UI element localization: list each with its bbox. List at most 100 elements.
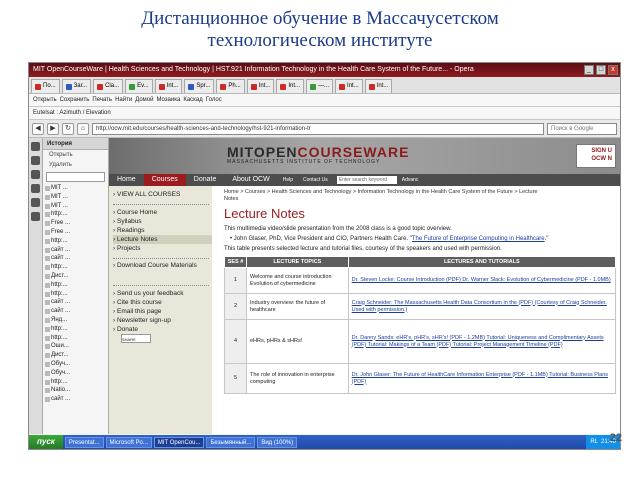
browser-tab[interactable]: —...	[306, 79, 334, 93]
back-button[interactable]: ◀	[32, 122, 44, 135]
history-item[interactable]: Янд...	[43, 316, 108, 325]
browser-tab[interactable]: Int...	[364, 79, 393, 93]
advanced-search-link[interactable]: Advanc	[397, 174, 424, 186]
forward-button[interactable]: ▶	[47, 122, 59, 135]
nav-courses[interactable]: Courses	[143, 174, 186, 186]
history-item[interactable]: http:...	[43, 237, 108, 246]
history-item[interactable]: Дист...	[43, 351, 108, 360]
history-item[interactable]: http:...	[43, 281, 108, 290]
history-item[interactable]: http:...	[43, 378, 108, 387]
reload-button[interactable]: ↻	[62, 122, 74, 135]
minimize-button[interactable]: _	[584, 65, 594, 75]
history-item[interactable]: Дист...	[43, 272, 108, 281]
sidebar-item-readings[interactable]: › Readings	[113, 226, 212, 235]
history-item[interactable]: сайт ...	[43, 307, 108, 316]
enterprise-computing-link[interactable]: The Future of Enterprise Computing in He…	[412, 236, 545, 242]
history-item[interactable]: http:...	[43, 334, 108, 343]
history-item[interactable]: сайт ...	[43, 298, 108, 307]
browser-tab[interactable]: По...	[31, 79, 60, 93]
browser-tab[interactable]: Int...	[276, 79, 305, 93]
sidebar-item-syllabus[interactable]: › Syllabus	[113, 217, 212, 226]
history-item[interactable]: Free ...	[43, 219, 108, 228]
history-item[interactable]: сайт ...	[43, 395, 108, 404]
lecture-table: SES # LECTURE TOPICS LECTURES AND TUTORI…	[224, 256, 617, 394]
sidebar-item-projects[interactable]: › Projects	[113, 244, 212, 253]
email-link[interactable]: › Email this page	[113, 307, 212, 316]
taskbar-button[interactable]: Presentat...	[64, 436, 104, 448]
history-item[interactable]: http:...	[43, 210, 108, 219]
sidebar-item-lecture-notes[interactable]: › Lecture Notes	[113, 235, 212, 244]
toolbar-open[interactable]: Открыть	[33, 97, 57, 103]
nav-about[interactable]: About OCW	[224, 174, 277, 186]
mail-panel-icon[interactable]	[31, 156, 40, 165]
donate-link[interactable]: › Donate	[113, 325, 212, 334]
table-intro: This table presents selected lecture and…	[224, 246, 502, 252]
transfers-panel-icon[interactable]	[31, 184, 40, 193]
toolbar-print[interactable]: Печать	[92, 97, 112, 103]
keyword-search-input[interactable]: Enter search keyword	[336, 176, 397, 184]
history-search-input[interactable]	[46, 172, 105, 182]
history-item[interactable]: Free ...	[43, 228, 108, 237]
address-input[interactable]: http://ocw.mit.edu/courses/health-scienc…	[92, 122, 544, 135]
contacts-panel-icon[interactable]	[31, 170, 40, 179]
toolbar-mosaic[interactable]: Мозаика	[156, 97, 180, 103]
search-input[interactable]: Поиск в Google	[547, 122, 617, 135]
notes-panel-icon[interactable]	[31, 198, 40, 207]
history-item[interactable]: MIT ...	[43, 193, 108, 202]
taskbar-button[interactable]: Microsoft Po...	[105, 436, 152, 448]
history-item[interactable]: http:...	[43, 290, 108, 299]
start-button[interactable]: пуск	[29, 435, 63, 449]
browser-tab[interactable]: Int...	[335, 79, 363, 93]
toolbar-find[interactable]: Найти	[115, 97, 132, 103]
taskbar-button[interactable]: MIT OpenCou...	[153, 436, 205, 448]
history-item[interactable]: Обуч...	[43, 369, 108, 378]
mit-logo[interactable]: MITOPENCOURSEWARE	[227, 144, 409, 160]
history-item[interactable]: MIT ...	[43, 184, 108, 193]
bookmarks-panel-icon[interactable]	[31, 142, 40, 151]
nav-contact[interactable]: Contact Us	[298, 174, 333, 186]
language-indicator[interactable]: RL	[590, 435, 598, 449]
history-open-button[interactable]: Открыть	[43, 150, 108, 160]
close-button[interactable]: x	[608, 65, 618, 75]
history-item[interactable]: Оши...	[43, 342, 108, 351]
browser-tab[interactable]: Заг...	[61, 79, 92, 93]
history-item[interactable]: Natio...	[43, 386, 108, 395]
bookmark-eutelsat[interactable]: Eutelsat : Azimuth / Elevation	[33, 110, 111, 116]
history-item[interactable]: Обуч...	[43, 360, 108, 369]
history-item[interactable]: http:...	[43, 325, 108, 334]
sidebar-item-course-home[interactable]: › Course Home	[113, 208, 212, 217]
download-materials-link[interactable]: › Download Course Materials	[113, 262, 212, 280]
history-item[interactable]: сайт ...	[43, 254, 108, 263]
taskbar-button[interactable]: Безымянный...	[206, 436, 256, 448]
history-panel-icon[interactable]	[31, 212, 40, 221]
view-all-courses-link[interactable]: › VIEW ALL COURSES	[113, 190, 212, 199]
history-item[interactable]: http:...	[43, 263, 108, 272]
toolbar-save[interactable]: Сохранить	[60, 97, 90, 103]
nav-help[interactable]: Help	[278, 174, 298, 186]
toolbar-home[interactable]: Домой	[135, 97, 153, 103]
browser-tab[interactable]: Int...	[154, 79, 183, 93]
history-item[interactable]: MIT ...	[43, 202, 108, 211]
history-panel: История Открыть Удалить MIT ... MIT ... MI…	[43, 138, 109, 434]
nav-donate[interactable]: Donate	[186, 174, 225, 186]
newsletter-link[interactable]: › Newsletter sign-up	[113, 316, 212, 325]
share-button[interactable]: SHARE	[121, 334, 151, 343]
browser-tab[interactable]: Ph...	[216, 79, 245, 93]
signup-badge[interactable]: SIGN U OCW N	[576, 144, 616, 168]
browser-tab[interactable]: Spr...	[184, 79, 215, 93]
nav-home[interactable]: Home	[109, 174, 144, 186]
browser-tab[interactable]: Ev...	[125, 79, 153, 93]
cite-link[interactable]: › Cite this course	[113, 298, 212, 307]
home-button[interactable]: ⌂	[77, 122, 89, 135]
history-delete-button[interactable]: Удалить	[43, 160, 108, 170]
maximize-button[interactable]: □	[596, 65, 606, 75]
taskbar-button[interactable]: Вид (100%)	[257, 436, 298, 448]
toolbar-voice[interactable]: Голос	[206, 97, 222, 103]
browser-tab[interactable]: Int...	[246, 79, 275, 93]
browser-tab[interactable]: Cla...	[93, 79, 124, 93]
toolbar-cascade[interactable]: Каскад	[183, 97, 202, 103]
slide-title: Дистанционное обучение в Массачусетском …	[0, 8, 640, 52]
feedback-link[interactable]: › Send us your feedback	[113, 289, 212, 298]
history-item[interactable]: сайт ...	[43, 246, 108, 255]
main-content: Home > Courses > Health Sciences and Tec…	[212, 186, 620, 434]
